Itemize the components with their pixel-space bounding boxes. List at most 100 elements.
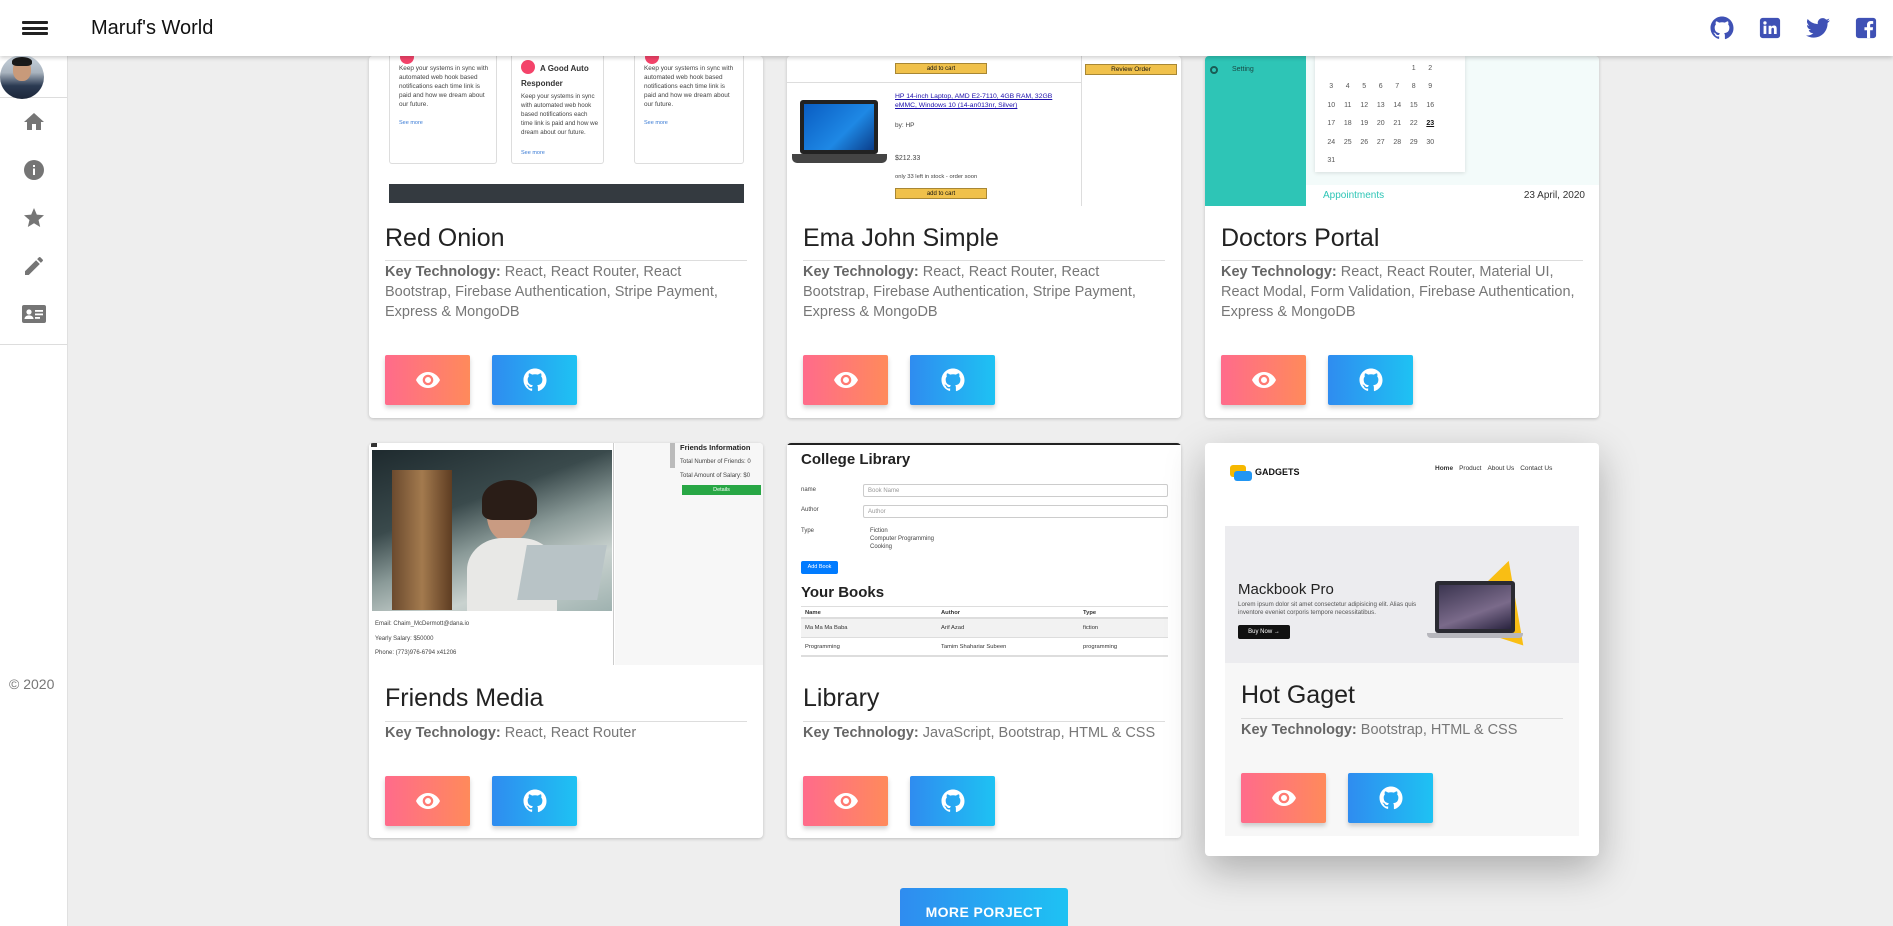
calendar-day[interactable]: 2 <box>1422 65 1439 72</box>
eye-icon <box>833 372 858 388</box>
calendar-day[interactable]: 17 <box>1323 120 1340 127</box>
live-preview-button[interactable] <box>1221 355 1306 405</box>
calendar-week: 24 25 26 27 28 29 30 <box>1323 133 1463 152</box>
calendar-day[interactable]: 26 <box>1356 139 1373 146</box>
calendar-day[interactable]: 27 <box>1373 139 1390 146</box>
avatar[interactable] <box>0 54 44 99</box>
nav-item-about[interactable] <box>0 146 67 194</box>
eye-icon <box>1251 372 1276 388</box>
calendar-day[interactable]: 19 <box>1356 120 1373 127</box>
github-icon <box>941 789 965 813</box>
calendar-day[interactable]: 22 <box>1406 120 1423 127</box>
calendar-week: 17 18 19 20 21 22 23 <box>1323 115 1463 134</box>
calendar-day[interactable]: 6 <box>1373 83 1390 90</box>
drawer-nav <box>0 98 67 345</box>
project-technology: Key Technology: React, React Router, Rea… <box>803 264 1136 320</box>
calendar-day[interactable]: 14 <box>1389 102 1406 109</box>
calendar-week: 3456789 <box>1323 78 1463 97</box>
github-repo-button[interactable] <box>910 776 995 826</box>
live-preview-button[interactable] <box>803 355 888 405</box>
calendar-day[interactable]: 16 <box>1422 102 1439 109</box>
calendar-day[interactable]: 28 <box>1389 139 1406 146</box>
calendar-day[interactable]: 13 <box>1373 102 1390 109</box>
github-icon <box>1379 786 1403 810</box>
twitter-icon[interactable] <box>1805 15 1831 41</box>
nav-item-skills[interactable] <box>0 194 67 242</box>
calendar-week: 10 11 12 13 14 15 16 <box>1323 96 1463 115</box>
card-inner: GADGETS Home Product About Us Contact Us… <box>1225 463 1579 836</box>
project-technology: Key Technology: JavaScript, Bootstrap, H… <box>803 725 1156 741</box>
calendar-day[interactable]: 1 <box>1406 65 1423 72</box>
calendar-day[interactable]: 8 <box>1406 83 1423 90</box>
info-icon <box>23 160 44 180</box>
calendar-day[interactable]: 24 <box>1323 139 1340 146</box>
calendar-day[interactable]: 15 <box>1406 102 1423 109</box>
project-card-library: College Library name Book Name Author Au… <box>787 443 1181 838</box>
divider <box>803 260 1165 261</box>
project-title: Ema John Simple <box>803 224 999 252</box>
github-icon <box>523 368 547 392</box>
project-title: Doctors Portal <box>1221 224 1380 252</box>
divider <box>803 721 1165 722</box>
calendar-day[interactable]: 30 <box>1422 139 1439 146</box>
project-technology: Key Technology: Bootstrap, HTML & CSS <box>1241 722 1518 738</box>
project-card-ema-john: add to cart HP 14-inch Laptop, AMD E2-71… <box>787 56 1181 418</box>
project-thumbnail: Email: Chaim_McDermott@dana.io Yearly Sa… <box>369 443 763 665</box>
facebook-icon[interactable] <box>1853 15 1879 41</box>
app-bar: Maruf's World <box>0 0 1893 56</box>
calendar-day[interactable]: 21 <box>1389 120 1406 127</box>
github-repo-button[interactable] <box>910 355 995 405</box>
project-card-friends-media: Email: Chaim_McDermott@dana.io Yearly Sa… <box>369 443 763 838</box>
books-table: Name Author Type Ma Ma Ma Baba Arif Azad… <box>801 606 1168 657</box>
nav-item-blog[interactable] <box>0 242 67 290</box>
calendar-day[interactable]: 18 <box>1340 120 1357 127</box>
project-thumbnail: College Library name Book Name Author Au… <box>787 443 1181 665</box>
pencil-icon <box>24 256 43 275</box>
calendar-day[interactable]: 31 <box>1323 157 1340 164</box>
calendar-day[interactable]: 9 <box>1422 83 1439 90</box>
calendar-day[interactable]: 11 <box>1340 102 1357 109</box>
github-repo-button[interactable] <box>1328 355 1413 405</box>
linkedin-icon[interactable] <box>1757 15 1783 41</box>
calendar-day[interactable]: 5 <box>1356 83 1373 90</box>
github-icon <box>941 368 965 392</box>
social-links <box>1687 0 1893 56</box>
eye-icon <box>833 793 858 809</box>
project-title: Red Onion <box>385 224 505 252</box>
project-title: Hot Gaget <box>1241 681 1355 709</box>
home-icon <box>23 113 44 130</box>
project-thumbnail: GADGETS Home Product About Us Contact Us… <box>1225 463 1579 663</box>
nav-item-home[interactable] <box>0 98 67 146</box>
github-repo-button[interactable] <box>1348 773 1433 823</box>
calendar-day[interactable]: 20 <box>1373 120 1390 127</box>
calendar-day[interactable]: 29 <box>1406 139 1423 146</box>
calendar-day[interactable]: 4 <box>1340 83 1357 90</box>
github-icon[interactable] <box>1709 15 1735 41</box>
divider <box>385 721 747 722</box>
live-preview-button[interactable] <box>385 776 470 826</box>
github-repo-button[interactable] <box>492 776 577 826</box>
live-preview-button[interactable] <box>385 355 470 405</box>
project-thumbnail: Setting 1 2 3 4 5 6 7 8 9 10 11 12 13 14 15 16 17 18 19 20 2… <box>1205 56 1599 206</box>
more-projects-button[interactable]: MORE PORJECT <box>900 888 1068 926</box>
github-repo-button[interactable] <box>492 355 577 405</box>
nav-item-contact[interactable] <box>0 290 67 338</box>
project-title: Friends Media <box>385 684 544 712</box>
project-title: Library <box>803 684 880 712</box>
calendar-day[interactable]: 25 <box>1340 139 1357 146</box>
github-icon <box>1359 368 1383 392</box>
calendar-day[interactable]: 12 <box>1356 102 1373 109</box>
friend-photo <box>372 450 612 611</box>
calendar-day[interactable]: 23 <box>1422 120 1439 127</box>
calendar-day[interactable]: 10 <box>1323 102 1340 109</box>
calendar-day[interactable]: 7 <box>1389 83 1406 90</box>
calendar-day[interactable]: 3 <box>1323 83 1340 90</box>
live-preview-button[interactable] <box>803 776 888 826</box>
project-card-doctors-portal: Setting 1 2 3 4 5 6 7 8 9 10 11 12 13 14 15 16 17 18 19 20 2… <box>1205 56 1599 418</box>
project-card-hot-gaget: GADGETS Home Product About Us Contact Us… <box>1205 443 1599 856</box>
menu-icon[interactable] <box>22 18 48 38</box>
live-preview-button[interactable] <box>1241 773 1326 823</box>
app-title: Maruf's World <box>91 16 214 39</box>
divider <box>1241 718 1563 719</box>
contact-card-icon <box>21 305 46 323</box>
